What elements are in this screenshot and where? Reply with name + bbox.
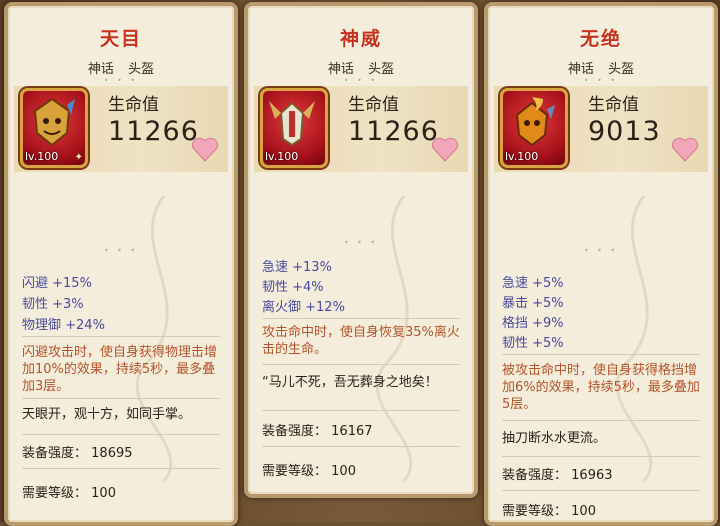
- attribute-line: 韧性 +5%: [502, 336, 564, 351]
- card-subtitle: 神话 头盔: [248, 58, 474, 77]
- equipment-card-1[interactable]: 天目 神话 头盔 • • • lv.100 ✦ 生命值 11266 • • • …: [4, 2, 238, 526]
- item-level: lv.100: [505, 150, 539, 163]
- flavor-text: 天眼开，观十方，如同手掌。: [22, 407, 192, 422]
- card-title: 天目: [99, 28, 142, 50]
- level-requirement: 需要等级： 100: [262, 460, 356, 479]
- item-portrait[interactable]: lv.100: [500, 88, 568, 168]
- level-requirement: 需要等级： 100: [502, 500, 596, 519]
- power-value: 16167: [331, 424, 373, 439]
- divider-dots: • • •: [343, 238, 379, 247]
- attribute-line: 格挡 +9%: [502, 316, 564, 331]
- attribute-line: 韧性 +4%: [262, 280, 324, 295]
- winged-silver-helmet-icon: [269, 101, 315, 147]
- power-line: 装备强度： 16167: [262, 420, 373, 439]
- effect-text: 攻击命中时，使自身恢复35%离火击的生命。: [262, 325, 460, 357]
- equipment-card-3[interactable]: 无绝 神话 头盔 • • • lv.100 生命值 9013 • • • 急速 …: [484, 2, 718, 526]
- flavor-text: “马儿不死，吾无葬身之地矣！: [262, 375, 438, 390]
- attribute-line: 暴击 +5%: [502, 296, 564, 311]
- section-divider: [502, 420, 700, 421]
- section-divider: [22, 468, 220, 469]
- item-level: lv.100: [265, 150, 299, 163]
- card-subtitle: 神话 头盔: [488, 58, 714, 77]
- heart-icon[interactable]: [670, 136, 700, 162]
- section-divider: [262, 446, 460, 447]
- stat-value: 9013: [588, 116, 661, 147]
- card-title: 无绝: [579, 28, 622, 50]
- power-value: 18695: [91, 446, 133, 461]
- flavor-text: 抽刀断水水更流。: [502, 431, 607, 446]
- divider-dots: • • •: [583, 246, 619, 255]
- stat-value: 11266: [348, 116, 439, 147]
- req-value: 100: [571, 504, 596, 519]
- equipment-card-2[interactable]: 神威 神话 头盔 • • • lv.100 生命值 11266 • • • 急速…: [244, 2, 478, 498]
- power-line: 装备强度： 16963: [502, 464, 613, 483]
- section-divider: [22, 336, 220, 337]
- attribute-line: 急速 +5%: [502, 276, 564, 291]
- golden-lion-helmet-icon: [33, 97, 75, 147]
- flame-gold-helmet-icon: [515, 97, 555, 147]
- effect-text: 闪避攻击时，使自身获得物理击增加10%的效果，持续5秒，最多叠加3层。: [22, 345, 218, 394]
- level-requirement: 需要等级： 100: [22, 482, 116, 501]
- attribute-line: 韧性 +3%: [22, 297, 84, 312]
- stat-label: 生命值: [348, 95, 399, 115]
- attribute-line: 急速 +13%: [262, 260, 332, 275]
- slot-label: 头盔: [128, 62, 155, 77]
- effect-text: 被攻击命中时，使自身获得格挡增加6%的效果，持续5秒，最多叠加5层。: [502, 363, 700, 412]
- power-line: 装备强度： 18695: [22, 442, 133, 461]
- rarity-label: 神话: [87, 62, 114, 77]
- req-value: 100: [331, 464, 356, 479]
- power-label: 装备强度：: [262, 424, 328, 439]
- section-divider: [502, 490, 700, 491]
- stat-value: 11266: [108, 116, 199, 147]
- section-divider: [262, 364, 460, 365]
- power-label: 装备强度：: [22, 446, 88, 461]
- card-subtitle: 神话 头盔: [8, 58, 234, 77]
- heart-icon[interactable]: [430, 136, 460, 162]
- req-label: 需要等级：: [502, 504, 568, 519]
- section-divider: [502, 354, 700, 355]
- divider-dots: • • •: [103, 246, 139, 255]
- power-value: 16963: [571, 468, 613, 483]
- divider-dots: • • •: [343, 76, 379, 85]
- section-divider: [22, 398, 220, 399]
- item-level: lv.100: [25, 150, 59, 163]
- sparkle-icon: ✦: [74, 152, 83, 163]
- stat-label: 生命值: [108, 95, 159, 115]
- divider-dots: • • •: [103, 76, 139, 85]
- attribute-line: 物理御 +24%: [22, 318, 105, 333]
- heart-icon[interactable]: [190, 136, 220, 162]
- section-divider: [502, 456, 700, 457]
- attribute-line: 闪避 +15%: [22, 276, 92, 291]
- section-divider: [22, 434, 220, 435]
- attribute-line: 离火御 +12%: [262, 300, 345, 315]
- req-label: 需要等级：: [22, 486, 88, 501]
- card-title: 神威: [339, 28, 382, 50]
- power-label: 装备强度：: [502, 468, 568, 483]
- item-portrait[interactable]: lv.100: [260, 88, 328, 168]
- slot-label: 头盔: [368, 62, 395, 77]
- req-label: 需要等级：: [262, 464, 328, 479]
- item-portrait[interactable]: lv.100 ✦: [20, 88, 88, 168]
- rarity-label: 神话: [327, 62, 354, 77]
- slot-label: 头盔: [608, 62, 635, 77]
- rarity-label: 神话: [567, 62, 594, 77]
- section-divider: [262, 410, 460, 411]
- stat-label: 生命值: [588, 95, 639, 115]
- req-value: 100: [91, 486, 116, 501]
- divider-dots: • • •: [583, 76, 619, 85]
- section-divider: [262, 318, 460, 319]
